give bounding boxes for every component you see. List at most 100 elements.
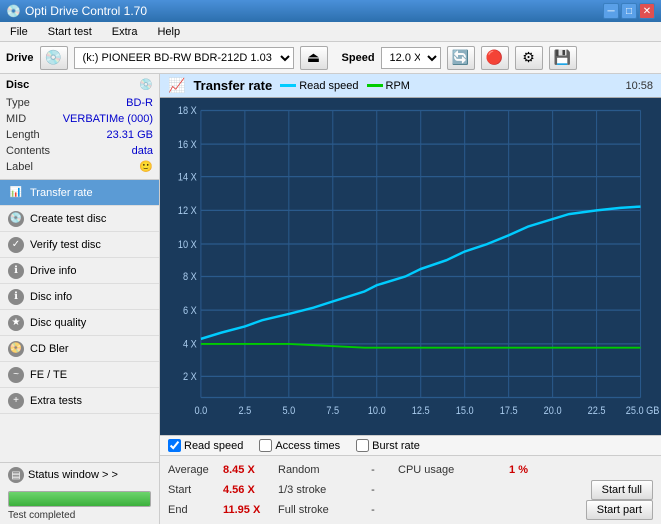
svg-text:10 X: 10 X [178, 239, 197, 251]
verify-test-disc-icon: ✓ [8, 237, 24, 253]
svg-text:6 X: 6 X [183, 305, 197, 317]
extra-tests-icon: + [8, 393, 24, 409]
legend-rpm: RPM [367, 80, 410, 92]
refresh-button[interactable]: 🔄 [447, 46, 475, 70]
nav-transfer-rate[interactable]: 📊 Transfer rate [0, 180, 159, 206]
disc-length-value: 23.31 GB [107, 127, 153, 143]
chart-svg: 18 X 16 X 14 X 12 X 10 X 8 X 6 X 4 X 2 X… [160, 98, 661, 435]
nav-fe-te[interactable]: ~ FE / TE [0, 362, 159, 388]
disc-header: Disc 💿 [6, 78, 153, 91]
access-times-checkbox-label: Access times [275, 440, 340, 452]
nav-disc-info[interactable]: ℹ Disc info [0, 284, 159, 310]
nav-disc-quality[interactable]: ★ Disc quality [0, 310, 159, 336]
window-controls: ─ □ ✕ [603, 3, 655, 19]
full-stroke-label: Full stroke [278, 504, 348, 516]
legend-read-speed-label: Read speed [299, 80, 358, 92]
status-section: ▤ Status window > > Test completed [0, 462, 159, 524]
disc-contents-row: Contents data [6, 143, 153, 159]
drive-select[interactable]: (k:) PIONEER BD-RW BDR-212D 1.03 [74, 47, 294, 69]
title-bar-left: 💿 Opti Drive Control 1.70 [6, 4, 147, 18]
legend-rpm-color [367, 84, 383, 87]
start-full-button[interactable]: Start full [591, 480, 653, 500]
svg-text:5.0: 5.0 [282, 405, 295, 417]
nav-verify-test-disc[interactable]: ✓ Verify test disc [0, 232, 159, 258]
cpu-usage-label: CPU usage [398, 464, 478, 476]
nav-extra-tests[interactable]: + Extra tests [0, 388, 159, 414]
nav-verify-test-disc-label: Verify test disc [30, 239, 101, 251]
svg-text:20.0: 20.0 [544, 405, 562, 417]
svg-text:10.0: 10.0 [368, 405, 386, 417]
save-button[interactable]: 💾 [549, 46, 577, 70]
transfer-rate-icon: 📊 [8, 185, 24, 201]
speed-label: Speed [342, 52, 375, 64]
drive-icon-button[interactable]: 💿 [40, 46, 68, 70]
nav-cd-bler-label: CD Bler [30, 343, 69, 355]
svg-text:18 X: 18 X [178, 105, 197, 117]
disc-label-row: Label 🙂 [6, 159, 153, 175]
eject-button[interactable]: ⏏ [300, 46, 328, 70]
one-third-stroke-label: 1/3 stroke [278, 484, 348, 496]
menu-start-test[interactable]: Start test [42, 24, 98, 40]
burst-rate-checkbox[interactable] [356, 439, 369, 452]
svg-text:17.5: 17.5 [500, 405, 518, 417]
svg-text:16 X: 16 X [178, 139, 197, 151]
legend-read-speed: Read speed [280, 80, 358, 92]
checkbox-access-times[interactable]: Access times [259, 439, 340, 452]
disc-type-label: Type [6, 95, 30, 111]
nav-section: 📊 Transfer rate 💿 Create test disc ✓ Ver… [0, 180, 159, 462]
speed-select[interactable]: 12.0 X [381, 47, 441, 69]
disc-label-value: 🙂 [139, 159, 153, 175]
main-content: Disc 💿 Type BD-R MID VERBATIMe (000) Len… [0, 74, 661, 524]
end-label: End [168, 504, 223, 516]
menu-extra[interactable]: Extra [106, 24, 144, 40]
close-button[interactable]: ✕ [639, 3, 655, 19]
nav-extra-tests-label: Extra tests [30, 395, 82, 407]
nav-drive-info[interactable]: ℹ Drive info [0, 258, 159, 284]
start-part-button[interactable]: Start part [586, 500, 653, 520]
disc-mid-label: MID [6, 111, 26, 127]
menu-help[interactable]: Help [151, 24, 186, 40]
chart-area: 📈 Transfer rate Read speed RPM 10:58 [160, 74, 661, 524]
read-speed-checkbox-label: Read speed [184, 440, 243, 452]
svg-text:14 X: 14 X [178, 172, 197, 184]
read-speed-checkbox[interactable] [168, 439, 181, 452]
disc-length-label: Length [6, 127, 40, 143]
stats-row-average: Average 8.45 X Random - CPU usage 1 % [168, 460, 653, 480]
checkbox-read-speed[interactable]: Read speed [168, 439, 243, 452]
progress-bar-container [8, 491, 151, 507]
chart-icon: 📈 [168, 77, 185, 94]
access-times-checkbox[interactable] [259, 439, 272, 452]
average-label: Average [168, 464, 223, 476]
nav-create-test-disc[interactable]: 💿 Create test disc [0, 206, 159, 232]
create-test-disc-icon: 💿 [8, 211, 24, 227]
menu-bar: File Start test Extra Help [0, 22, 661, 42]
nav-create-test-disc-label: Create test disc [30, 213, 106, 225]
cd-bler-icon: 📀 [8, 341, 24, 357]
legend-rpm-label: RPM [386, 80, 410, 92]
nav-cd-bler[interactable]: 📀 CD Bler [0, 336, 159, 362]
menu-file[interactable]: File [4, 24, 34, 40]
legend-read-speed-color [280, 84, 296, 87]
random-label: Random [278, 464, 348, 476]
disc-mid-row: MID VERBATIMe (000) [6, 111, 153, 127]
disc-button[interactable]: 🔴 [481, 46, 509, 70]
svg-text:15.0: 15.0 [456, 405, 474, 417]
checkbox-burst-rate[interactable]: Burst rate [356, 439, 420, 452]
disc-panel: Disc 💿 Type BD-R MID VERBATIMe (000) Len… [0, 74, 159, 180]
chart-header: 📈 Transfer rate Read speed RPM 10:58 [160, 74, 661, 98]
status-window-label: Status window > > [28, 469, 118, 481]
settings-button[interactable]: ⚙ [515, 46, 543, 70]
svg-text:4 X: 4 X [183, 339, 197, 351]
disc-title: Disc [6, 79, 29, 91]
svg-text:0.0: 0.0 [195, 405, 208, 417]
nav-drive-info-label: Drive info [30, 265, 76, 277]
status-window-button[interactable]: ▤ Status window > > [0, 463, 159, 487]
stats-area: Average 8.45 X Random - CPU usage 1 % St… [160, 455, 661, 524]
disc-type-value: BD-R [126, 95, 153, 111]
svg-text:7.5: 7.5 [326, 405, 339, 417]
minimize-button[interactable]: ─ [603, 3, 619, 19]
maximize-button[interactable]: □ [621, 3, 637, 19]
start-label: Start [168, 484, 223, 496]
progress-bar-fill [9, 492, 150, 506]
drive-label: Drive [6, 52, 34, 64]
